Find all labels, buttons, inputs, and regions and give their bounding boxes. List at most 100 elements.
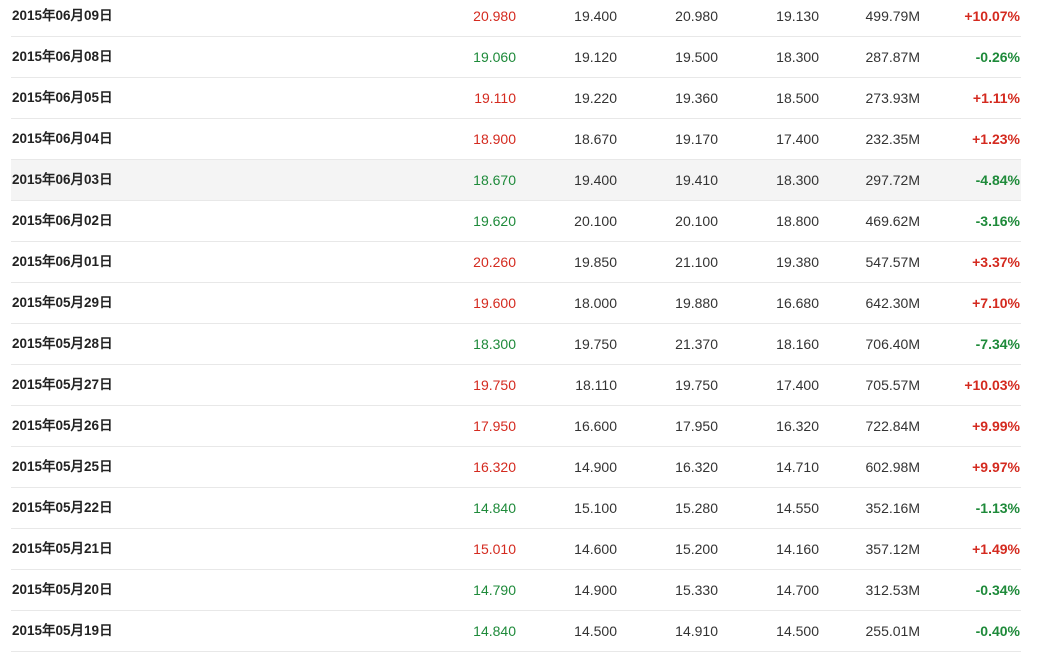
cell-volume: 357.12M [865,541,920,557]
cell-change-percent: +1.23% [972,131,1020,147]
table-row[interactable]: 2015年05月19日 14.840 14.500 14.910 14.500 … [11,611,1021,652]
cell-date: 2015年06月08日 [12,49,113,64]
cell-volume: 722.84M [865,418,920,434]
table-row[interactable]: 2015年05月25日 16.320 14.900 16.320 14.710 … [11,447,1021,488]
cell-open: 20.100 [574,213,617,229]
cell-close: 20.980 [473,8,516,24]
cell-open: 19.220 [574,90,617,106]
cell-open: 19.400 [574,172,617,188]
cell-change-percent: +9.97% [972,459,1020,475]
cell-close: 19.060 [473,49,516,65]
cell-low: 18.800 [776,213,819,229]
cell-close: 18.300 [473,336,516,352]
cell-close: 19.620 [473,213,516,229]
cell-high: 15.280 [675,500,718,516]
cell-date: 2015年06月01日 [12,254,113,269]
table-row[interactable]: 2015年06月03日 18.670 19.400 19.410 18.300 … [11,160,1021,201]
cell-low: 16.680 [776,295,819,311]
cell-close: 14.790 [473,582,516,598]
cell-low: 14.500 [776,623,819,639]
cell-close: 17.950 [473,418,516,434]
cell-high: 16.320 [675,459,718,475]
cell-change-percent: +1.49% [972,541,1020,557]
table-row[interactable]: 2015年06月04日 18.900 18.670 19.170 17.400 … [11,119,1021,160]
cell-high: 21.370 [675,336,718,352]
table-row[interactable]: 2015年05月26日 17.950 16.600 17.950 16.320 … [11,406,1021,447]
cell-change-percent: -1.13% [975,500,1020,516]
table-row[interactable]: 2015年06月08日 19.060 19.120 19.500 18.300 … [11,37,1021,78]
cell-volume: 352.16M [865,500,920,516]
cell-close: 19.110 [474,90,516,106]
cell-open: 19.120 [574,49,617,65]
cell-volume: 255.01M [865,623,920,639]
table-row[interactable]: 2015年05月29日 19.600 18.000 19.880 16.680 … [11,283,1021,324]
cell-high: 15.200 [675,541,718,557]
cell-change-percent: +10.03% [964,377,1020,393]
cell-open: 18.110 [575,377,617,393]
cell-date: 2015年05月19日 [12,623,113,638]
table-row[interactable]: 2015年05月20日 14.790 14.900 15.330 14.700 … [11,570,1021,611]
cell-volume: 706.40M [865,336,920,352]
table-row[interactable]: 2015年05月22日 14.840 15.100 15.280 14.550 … [11,488,1021,529]
cell-open: 15.100 [574,500,617,516]
table-row[interactable]: 2015年06月02日 19.620 20.100 20.100 18.800 … [11,201,1021,242]
cell-low: 14.550 [776,500,819,516]
cell-open: 14.600 [574,541,617,557]
cell-change-percent: -0.34% [975,582,1020,598]
cell-change-percent: -0.26% [975,49,1020,65]
cell-change-percent: -3.16% [975,213,1020,229]
cell-date: 2015年05月25日 [12,459,113,474]
cell-close: 19.750 [473,377,516,393]
cell-close: 19.600 [473,295,516,311]
cell-high: 19.410 [675,172,718,188]
cell-high: 19.880 [675,295,718,311]
table-row[interactable]: 2015年05月27日 19.750 18.110 19.750 17.400 … [11,365,1021,406]
cell-change-percent: -7.34% [975,336,1020,352]
cell-date: 2015年06月09日 [12,8,113,23]
cell-low: 19.380 [776,254,819,270]
cell-low: 18.300 [776,49,819,65]
cell-date: 2015年06月02日 [12,213,113,228]
cell-close: 20.260 [473,254,516,270]
cell-high: 17.950 [675,418,718,434]
table-row[interactable]: 2015年06月05日 19.110 19.220 19.360 18.500 … [11,78,1021,119]
cell-open: 14.900 [574,582,617,598]
cell-low: 18.160 [776,336,819,352]
cell-low: 16.320 [776,418,819,434]
table-row[interactable]: 2015年05月21日 15.010 14.600 15.200 14.160 … [11,529,1021,570]
table-row[interactable]: 2015年06月09日 20.980 19.400 20.980 19.130 … [11,0,1021,37]
cell-volume: 705.57M [865,377,920,393]
cell-change-percent: +9.99% [972,418,1020,434]
cell-low: 14.160 [776,541,819,557]
cell-high: 20.980 [675,8,718,24]
cell-close: 18.900 [473,131,516,147]
cell-high: 19.500 [675,49,718,65]
cell-open: 18.670 [574,131,617,147]
cell-low: 17.400 [776,377,819,393]
cell-high: 21.100 [675,254,718,270]
table-row[interactable]: 2015年05月28日 18.300 19.750 21.370 18.160 … [11,324,1021,365]
cell-date: 2015年05月27日 [12,377,113,392]
cell-open: 19.750 [574,336,617,352]
cell-change-percent: +1.11% [972,90,1020,106]
table-row[interactable]: 2015年06月01日 20.260 19.850 21.100 19.380 … [11,242,1021,283]
cell-close: 15.010 [473,541,516,557]
cell-low: 14.700 [776,582,819,598]
cell-low: 19.130 [776,8,819,24]
cell-volume: 602.98M [865,459,920,475]
cell-open: 16.600 [574,418,617,434]
cell-change-percent: +10.07% [964,8,1020,24]
cell-date: 2015年06月05日 [12,90,113,105]
cell-high: 20.100 [675,213,718,229]
cell-date: 2015年06月04日 [12,131,113,146]
cell-change-percent: +3.37% [972,254,1020,270]
cell-high: 14.910 [675,623,718,639]
cell-date: 2015年05月20日 [12,582,113,597]
cell-date: 2015年06月03日 [12,172,113,187]
cell-close: 14.840 [473,500,516,516]
cell-close: 16.320 [473,459,516,475]
cell-low: 17.400 [776,131,819,147]
cell-low: 14.710 [776,459,819,475]
cell-high: 19.750 [675,377,718,393]
cell-close: 18.670 [473,172,516,188]
